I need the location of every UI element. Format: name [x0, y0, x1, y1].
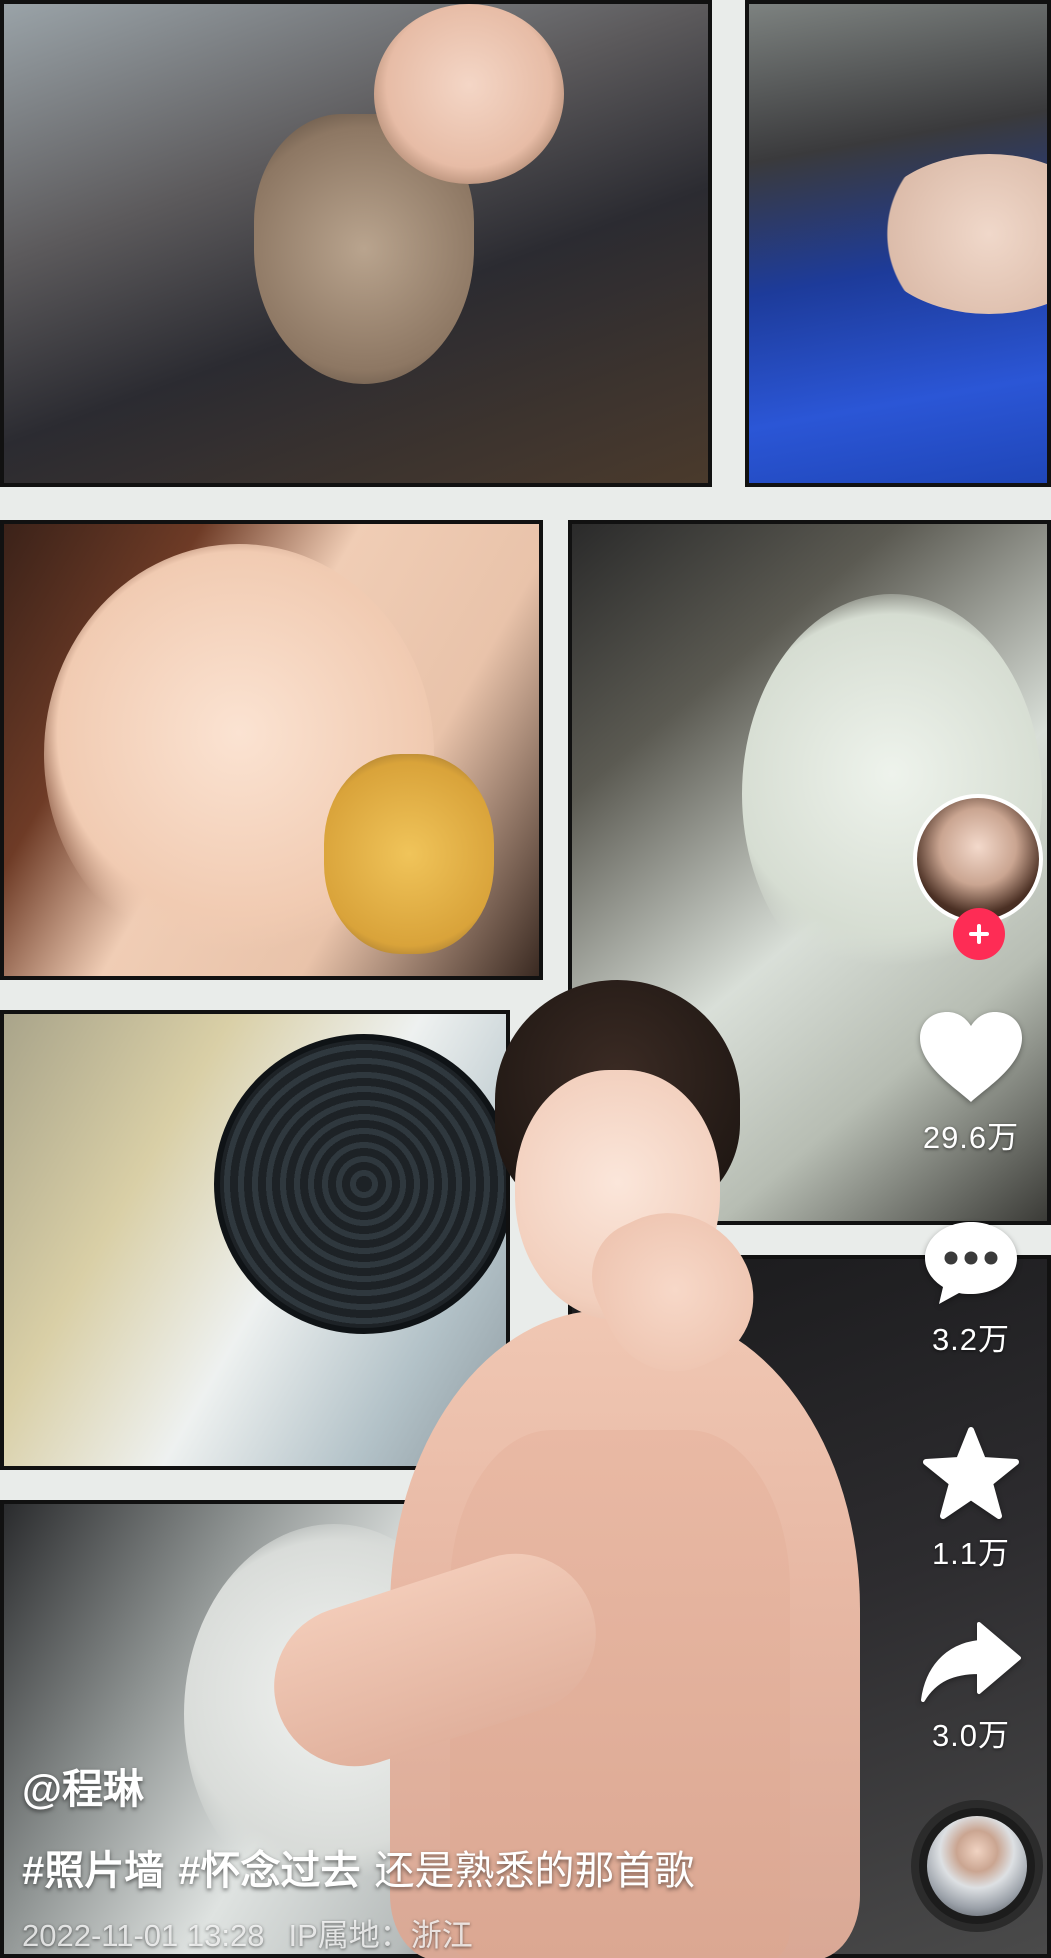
video-meta: 2022-11-01 13:28 IP属地：浙江	[22, 1910, 473, 1955]
follow-button[interactable]	[953, 908, 1005, 960]
author-name[interactable]: @程琳	[22, 1755, 144, 1815]
comment-button[interactable]: 3.2万	[891, 1218, 1051, 1359]
favorite-count: 1.1万	[931, 1536, 1011, 1571]
like-count: 29.6万	[922, 1120, 1020, 1155]
music-disc-icon[interactable]	[911, 1800, 1043, 1932]
favorite-button[interactable]: 1.1万	[891, 1426, 1051, 1573]
music-cover	[927, 1816, 1027, 1916]
comment-count: 3.2万	[931, 1322, 1011, 1357]
ip-location: IP属地：浙江	[288, 1918, 473, 1953]
description-text: 还是熟悉的那首歌	[374, 1849, 695, 1893]
author-avatar-group	[913, 794, 1043, 960]
video-description: #照片墙 #怀念过去 还是熟悉的那首歌	[22, 1838, 695, 1896]
photo-tile	[0, 0, 712, 487]
like-button[interactable]: 29.6万	[891, 1010, 1051, 1157]
hashtag-link[interactable]: #照片墙	[22, 1849, 164, 1893]
foreground-person	[253, 960, 890, 1958]
heart-icon	[920, 1012, 1022, 1102]
plus-icon	[969, 924, 989, 944]
action-rail: 29.6万 3.2万 1.1万 3.0万	[891, 0, 1051, 1958]
share-button[interactable]: 3.0万	[891, 1620, 1051, 1755]
video-player-screen[interactable]: 29.6万 3.2万 1.1万 3.0万 @程琳 #照片墙 #怀念过去 还是熟悉…	[0, 0, 1051, 1958]
share-count: 3.0万	[931, 1718, 1011, 1753]
avatar[interactable]	[913, 794, 1043, 924]
star-icon	[923, 1427, 1019, 1519]
hashtag-link[interactable]: #怀念过去	[178, 1849, 360, 1893]
post-timestamp: 2022-11-01 13:28	[22, 1918, 265, 1953]
comment-bubble-icon	[925, 1222, 1017, 1304]
photo-tile	[0, 520, 543, 980]
share-arrow-icon	[921, 1622, 1021, 1702]
